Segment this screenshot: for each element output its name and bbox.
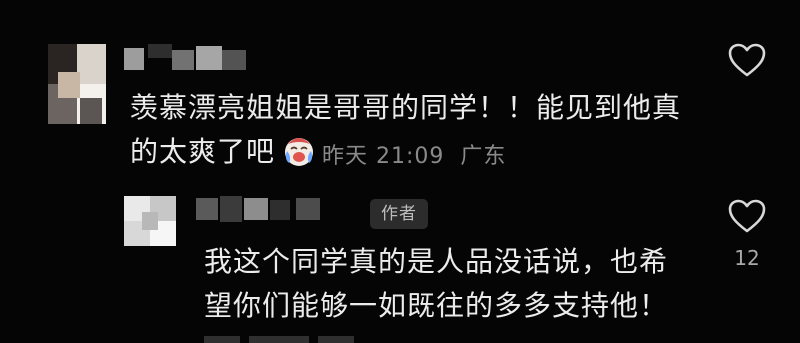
heart-outline-icon[interactable] [727, 42, 767, 78]
reply-text: 我这个同学真的是人品没话说，也希 望你们能够一如既往的多多支持他！ [204, 245, 669, 322]
like-count: 12 [734, 246, 760, 270]
avatar[interactable] [48, 44, 106, 124]
comment-time: 昨天 21:09 [322, 144, 445, 169]
reply-username[interactable] [196, 196, 326, 224]
reply-meta-cutoff [204, 336, 384, 343]
author-badge: 作者 [370, 199, 428, 229]
comment-meta: 昨天 21:09 广东 [322, 138, 506, 170]
crying-laughing-face-emoji [285, 138, 313, 166]
reply-avatar[interactable] [124, 196, 176, 246]
username[interactable] [124, 44, 248, 74]
heart-outline-icon[interactable] [727, 198, 767, 234]
comment-location: 广东 [460, 144, 507, 169]
